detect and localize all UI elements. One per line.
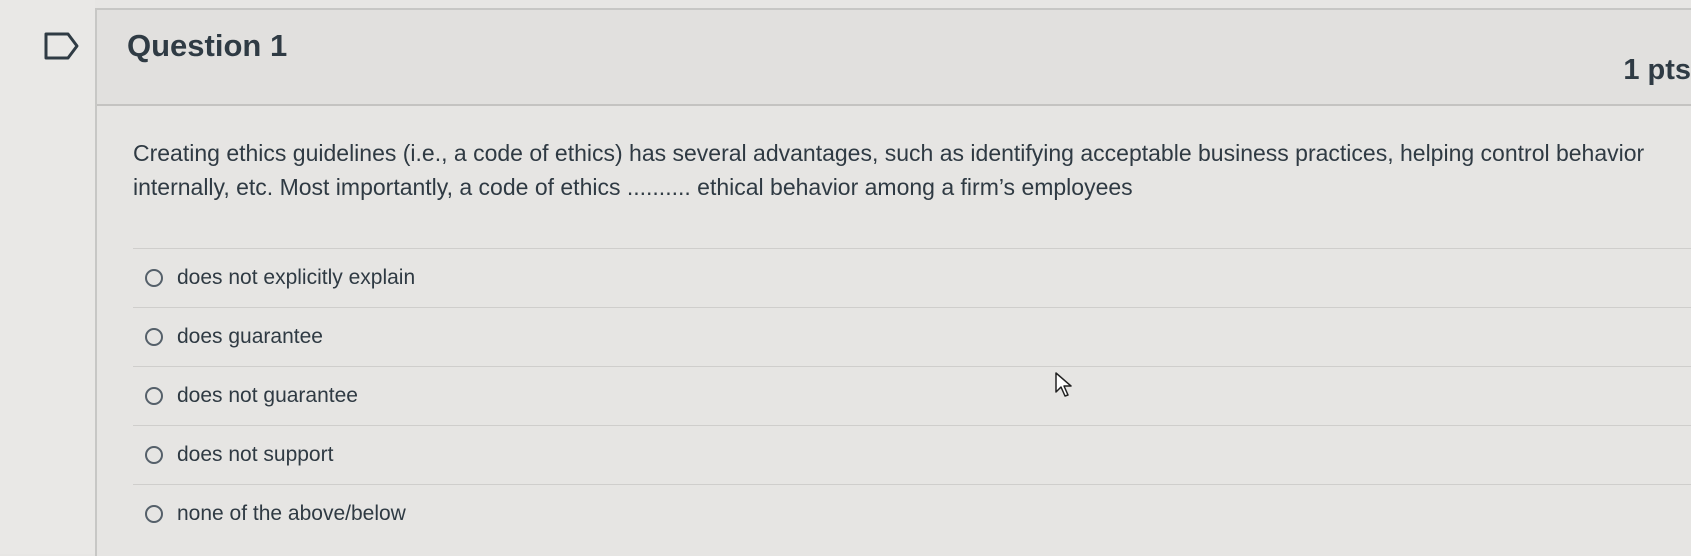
answer-label: none of the above/below (177, 502, 406, 525)
question-title: Question 1 (127, 28, 288, 63)
radio-unselected-icon[interactable] (145, 505, 163, 523)
radio-unselected-icon[interactable] (145, 328, 163, 346)
radio-unselected-icon[interactable] (145, 387, 163, 405)
question-text: Creating ethics guidelines (i.e., a code… (133, 140, 1645, 200)
answer-label: does not support (177, 443, 334, 466)
question-nav-gutter (0, 0, 95, 554)
radio-unselected-icon[interactable] (145, 269, 163, 287)
answer-label: does not explicitly explain (177, 266, 416, 289)
flag-question-icon[interactable] (44, 32, 80, 60)
answer-option[interactable]: does not support (133, 425, 1691, 484)
answer-option[interactable]: does not guarantee (133, 366, 1691, 425)
radio-unselected-icon[interactable] (145, 446, 163, 464)
mouse-pointer-icon (1055, 372, 1072, 397)
answer-option[interactable]: none of the above/below (133, 484, 1691, 543)
answer-label: does not guarantee (177, 384, 358, 407)
answer-label: does guarantee (177, 325, 323, 348)
answer-option[interactable]: does guarantee (133, 307, 1691, 366)
question-card: Question 1 1 pts Creating ethics guideli… (95, 8, 1691, 556)
question-header: Question 1 1 pts (97, 10, 1691, 106)
question-points: 1 pts (1623, 54, 1691, 86)
answer-option[interactable]: does not explicitly explain (133, 248, 1691, 307)
answer-list: does not explicitly explain does guarant… (133, 248, 1691, 543)
